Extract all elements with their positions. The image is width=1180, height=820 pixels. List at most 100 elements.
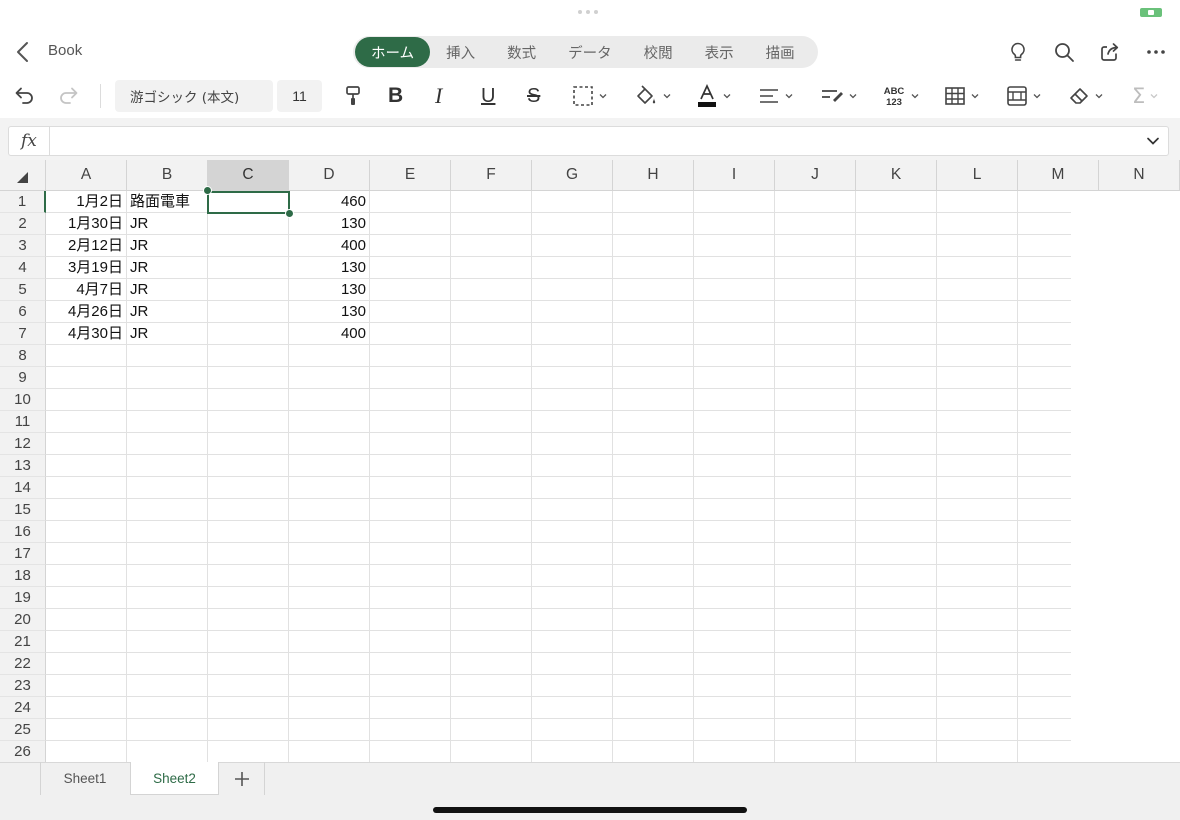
font-size-selector[interactable]: 11 — [277, 80, 322, 112]
column-header-c[interactable]: C — [208, 160, 289, 191]
cell-d4[interactable]: 130 — [289, 257, 369, 279]
row-header[interactable]: 16 — [0, 521, 46, 543]
cell-d1[interactable]: 460 — [289, 191, 369, 213]
ribbon-tab[interactable]: ホーム — [355, 37, 431, 67]
home-indicator[interactable] — [433, 807, 747, 813]
multitask-grabber[interactable] — [578, 10, 602, 14]
selection-handle-start[interactable] — [203, 186, 212, 195]
ribbon-tab[interactable]: データ — [552, 37, 628, 67]
column-header-g[interactable]: G — [532, 160, 613, 191]
row-header[interactable]: 19 — [0, 587, 46, 609]
spreadsheet-grid[interactable]: A B C D E F G H I J K L M N 1 2 3 4 5 6 7 8 9 10 11 12 13 14 15 16 17 1… — [0, 160, 1180, 762]
selected-cell-c1[interactable] — [207, 191, 290, 214]
search-icon[interactable] — [1050, 38, 1078, 66]
row-header[interactable]: 15 — [0, 499, 46, 521]
cell-format-button[interactable] — [1006, 82, 1042, 110]
autosum-button[interactable]: Σ — [1132, 82, 1159, 110]
cell-b7[interactable]: JR — [127, 323, 207, 345]
column-header-i[interactable]: I — [694, 160, 775, 191]
row-header[interactable]: 26 — [0, 741, 46, 762]
cell-a2[interactable]: 1月30日 — [46, 213, 126, 235]
row-header[interactable]: 14 — [0, 477, 46, 499]
italic-button[interactable]: I — [435, 82, 442, 110]
row-header[interactable]: 5 — [0, 279, 46, 301]
row-header[interactable]: 13 — [0, 455, 46, 477]
sheet-tab-sheet2[interactable]: Sheet2 — [130, 762, 219, 795]
add-sheet-button[interactable] — [219, 762, 265, 795]
strikethrough-button[interactable]: S — [527, 82, 540, 110]
cell-d6[interactable]: 130 — [289, 301, 369, 323]
row-header[interactable]: 18 — [0, 565, 46, 587]
column-header-a[interactable]: A — [46, 160, 127, 191]
row-header[interactable]: 23 — [0, 675, 46, 697]
cell-b1[interactable]: 路面電車 — [127, 191, 207, 213]
row-header[interactable]: 11 — [0, 411, 46, 433]
cell-d5[interactable]: 130 — [289, 279, 369, 301]
number-format-button[interactable]: ABC 123 — [882, 82, 920, 110]
row-header[interactable]: 21 — [0, 631, 46, 653]
ribbon-tab[interactable]: 校閲 — [628, 37, 689, 67]
row-header[interactable]: 1 — [0, 191, 46, 213]
row-header[interactable]: 20 — [0, 609, 46, 631]
row-header[interactable]: 9 — [0, 367, 46, 389]
ribbon-tab[interactable]: 挿入 — [430, 37, 491, 67]
formula-input[interactable] — [55, 130, 1145, 152]
wrap-text-button[interactable] — [820, 82, 858, 110]
row-header[interactable]: 25 — [0, 719, 46, 741]
row-header[interactable]: 4 — [0, 257, 46, 279]
column-header-l[interactable]: L — [937, 160, 1018, 191]
column-header-f[interactable]: F — [451, 160, 532, 191]
more-options-icon[interactable] — [1142, 38, 1170, 66]
cell-b2[interactable]: JR — [127, 213, 207, 235]
cell-d2[interactable]: 130 — [289, 213, 369, 235]
lightbulb-icon[interactable] — [1004, 38, 1032, 66]
row-header[interactable]: 8 — [0, 345, 46, 367]
redo-button[interactable] — [57, 82, 81, 110]
cell-b3[interactable]: JR — [127, 235, 207, 257]
format-painter-button[interactable] — [342, 82, 364, 110]
cell-b5[interactable]: JR — [127, 279, 207, 301]
select-all-button[interactable] — [0, 160, 46, 191]
bold-button[interactable]: B — [388, 82, 403, 110]
share-icon[interactable] — [1096, 38, 1124, 66]
column-header-b[interactable]: B — [127, 160, 208, 191]
column-header-j[interactable]: J — [775, 160, 856, 191]
row-header[interactable]: 3 — [0, 235, 46, 257]
cell-a7[interactable]: 4月30日 — [46, 323, 126, 345]
row-header[interactable]: 10 — [0, 389, 46, 411]
borders-button[interactable] — [572, 82, 608, 110]
row-header[interactable]: 2 — [0, 213, 46, 235]
underline-button[interactable]: U — [481, 82, 495, 110]
ribbon-tab[interactable]: 描画 — [750, 37, 811, 67]
back-button[interactable] — [14, 38, 32, 66]
chevron-down-icon[interactable] — [1144, 132, 1162, 150]
workbook-title[interactable]: Book — [48, 42, 82, 59]
font-name-selector[interactable]: 游ゴシック (本文) — [115, 80, 273, 112]
row-header[interactable]: 12 — [0, 433, 46, 455]
function-icon[interactable]: fx — [21, 131, 37, 151]
row-header[interactable]: 17 — [0, 543, 46, 565]
insert-table-button[interactable] — [944, 82, 980, 110]
column-header-d[interactable]: D — [289, 160, 370, 191]
cell-a3[interactable]: 2月12日 — [46, 235, 126, 257]
row-header[interactable]: 24 — [0, 697, 46, 719]
clear-button[interactable] — [1068, 82, 1104, 110]
sheet-tab-sheet1[interactable]: Sheet1 — [40, 762, 129, 795]
row-header[interactable]: 22 — [0, 653, 46, 675]
cell-d7[interactable]: 400 — [289, 323, 369, 345]
selection-handle-end[interactable] — [285, 209, 294, 218]
alignment-button[interactable] — [758, 82, 794, 110]
cell-a4[interactable]: 3月19日 — [46, 257, 126, 279]
cell-a1[interactable]: 1月2日 — [46, 191, 126, 213]
column-header-e[interactable]: E — [370, 160, 451, 191]
column-header-h[interactable]: H — [613, 160, 694, 191]
cell-b4[interactable]: JR — [127, 257, 207, 279]
column-header-k[interactable]: K — [856, 160, 937, 191]
cell-a5[interactable]: 4月7日 — [46, 279, 126, 301]
row-header[interactable]: 7 — [0, 323, 46, 345]
ribbon-tab[interactable]: 表示 — [689, 37, 750, 67]
cell-a6[interactable]: 4月26日 — [46, 301, 126, 323]
undo-button[interactable] — [12, 82, 36, 110]
ribbon-tab[interactable]: 数式 — [491, 37, 552, 67]
column-header-m[interactable]: M — [1018, 160, 1099, 191]
